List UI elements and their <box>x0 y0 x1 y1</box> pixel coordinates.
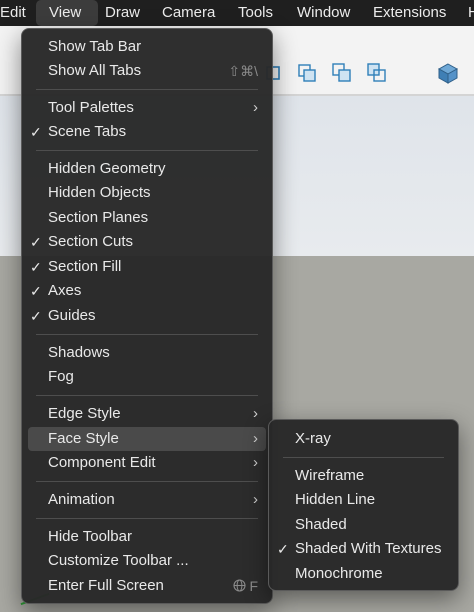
menu-item-section-planes[interactable]: Section Planes <box>28 206 266 230</box>
checkmark-icon: ✓ <box>30 124 42 140</box>
menu-separator <box>36 334 258 335</box>
menu-item-axes[interactable]: ✓ Axes <box>28 279 266 303</box>
checkmark-icon: ✓ <box>277 541 289 557</box>
view-menu: Show Tab Bar Show All Tabs ⇧⌘\ Tool Pale… <box>21 28 273 604</box>
menu-item-label: Edge Style <box>48 405 121 422</box>
menu-item-label: Hide Toolbar <box>48 528 132 545</box>
chevron-right-icon: › <box>253 99 258 116</box>
menu-item-show-all-tabs[interactable]: Show All Tabs ⇧⌘\ <box>28 59 266 83</box>
menu-item-label: Wireframe <box>295 467 365 484</box>
menu-item-section-cuts[interactable]: ✓ Section Cuts <box>28 230 266 254</box>
menu-separator <box>283 457 444 458</box>
menu-window[interactable]: Window <box>291 0 356 26</box>
menu-item-xray[interactable]: X-ray <box>275 427 452 451</box>
view-front-icon[interactable] <box>296 62 318 84</box>
menu-item-label: Section Planes <box>48 209 149 226</box>
menu-item-label: Scene Tabs <box>48 123 127 140</box>
menu-item-label: Monochrome <box>295 565 383 582</box>
chevron-right-icon: › <box>253 491 258 508</box>
menu-item-label: Guides <box>48 307 96 324</box>
menu-item-label: Hidden Objects <box>48 184 151 201</box>
face-style-submenu: X-ray Wireframe Hidden Line Shaded ✓ Sha… <box>268 419 459 591</box>
menu-item-guides[interactable]: ✓ Guides <box>28 304 266 328</box>
menu-item-monochrome[interactable]: Monochrome <box>275 562 452 586</box>
chevron-right-icon: › <box>253 454 258 471</box>
menu-item-shadows[interactable]: Shadows <box>28 341 266 365</box>
view-back-icon[interactable] <box>366 62 388 84</box>
menu-separator <box>36 89 258 90</box>
menu-item-customize-toolbar[interactable]: Customize Toolbar ... <box>28 549 266 573</box>
menu-item-section-fill[interactable]: ✓ Section Fill <box>28 255 266 279</box>
checkmark-icon: ✓ <box>30 283 42 299</box>
menu-item-hide-toolbar[interactable]: Hide Toolbar <box>28 525 266 549</box>
menu-edit[interactable]: Edit <box>0 0 32 26</box>
menu-item-label: Section Fill <box>48 258 122 275</box>
menu-help[interactable]: H <box>462 0 474 26</box>
menu-item-label: Axes <box>48 282 82 299</box>
menu-item-label: Shaded <box>295 516 347 533</box>
menu-item-face-style[interactable]: Face Style › <box>28 427 266 451</box>
menu-item-label: Hidden Line <box>295 491 376 508</box>
menu-item-hidden-line[interactable]: Hidden Line <box>275 488 452 512</box>
chevron-right-icon: › <box>253 405 258 422</box>
menu-separator <box>36 150 258 151</box>
menu-item-shaded-with-textures[interactable]: ✓ Shaded With Textures <box>275 537 452 561</box>
menu-item-component-edit[interactable]: Component Edit › <box>28 451 266 475</box>
menu-item-label: Show All Tabs <box>48 62 142 79</box>
menu-item-edge-style[interactable]: Edge Style › <box>28 402 266 426</box>
checkmark-icon: ✓ <box>30 259 42 275</box>
menu-extensions[interactable]: Extensions <box>367 0 452 26</box>
menu-item-label: Hidden Geometry <box>48 160 166 177</box>
menu-item-label: Animation <box>48 491 115 508</box>
menu-item-show-tab-bar[interactable]: Show Tab Bar <box>28 35 266 59</box>
shortcut-label: F <box>232 574 258 598</box>
shortcut-label: ⇧⌘\ <box>228 63 258 79</box>
menu-separator <box>36 481 258 482</box>
menu-item-label: Component Edit <box>48 454 156 471</box>
menu-item-label: Shadows <box>48 344 110 361</box>
menu-item-label: X-ray <box>295 430 331 447</box>
menu-item-shaded[interactable]: Shaded <box>275 513 452 537</box>
menu-item-label: Face Style <box>48 430 119 447</box>
checkmark-icon: ✓ <box>30 308 42 324</box>
menu-item-animation[interactable]: Animation › <box>28 488 266 512</box>
menu-item-tool-palettes[interactable]: Tool Palettes › <box>28 96 266 120</box>
menu-item-label: Section Cuts <box>48 233 134 250</box>
globe-icon <box>232 579 246 592</box>
menu-item-label: Fog <box>48 368 74 385</box>
menu-view[interactable]: View <box>36 0 98 26</box>
menu-separator <box>36 518 258 519</box>
menu-item-enter-full-screen[interactable]: Enter Full Screen F <box>28 574 266 598</box>
menu-item-scene-tabs[interactable]: ✓ Scene Tabs <box>28 120 266 144</box>
menu-tools[interactable]: Tools <box>232 0 279 26</box>
menu-item-label: Customize Toolbar ... <box>48 552 189 569</box>
menu-item-label: Enter Full Screen <box>48 577 164 594</box>
chevron-right-icon: › <box>253 430 258 447</box>
menu-item-label: Show Tab Bar <box>48 38 142 55</box>
shortcut-key: F <box>249 578 258 594</box>
menu-item-fog[interactable]: Fog <box>28 365 266 389</box>
checkmark-icon: ✓ <box>30 234 42 250</box>
menu-item-wireframe[interactable]: Wireframe <box>275 464 452 488</box>
menu-item-label: Shaded With Textures <box>295 540 442 557</box>
menu-item-hidden-objects[interactable]: Hidden Objects <box>28 181 266 205</box>
menu-item-label: Tool Palettes <box>48 99 134 116</box>
view-right-icon[interactable] <box>331 62 353 84</box>
iso-view-icon[interactable] <box>437 62 459 84</box>
menu-camera[interactable]: Camera <box>156 0 221 26</box>
menu-draw[interactable]: Draw <box>99 0 146 26</box>
menu-item-hidden-geometry[interactable]: Hidden Geometry <box>28 157 266 181</box>
menu-separator <box>36 395 258 396</box>
menu-bar: Edit View Draw Camera Tools Window Exten… <box>0 0 474 26</box>
